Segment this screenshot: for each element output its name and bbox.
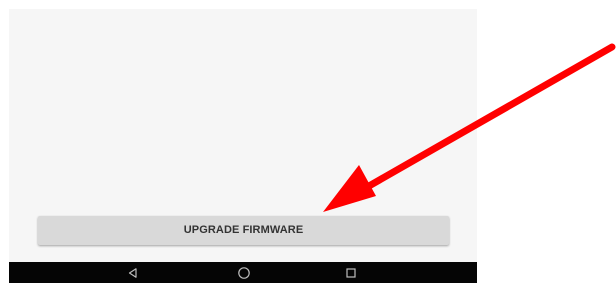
device-screen: UPGRADE FIRMWARE xyxy=(9,9,477,283)
recents-button[interactable] xyxy=(331,262,371,283)
back-button[interactable] xyxy=(113,262,153,283)
android-navigation-bar xyxy=(9,262,477,283)
recents-square-icon xyxy=(346,267,356,278)
home-button[interactable] xyxy=(224,262,264,283)
upgrade-firmware-button[interactable]: UPGRADE FIRMWARE xyxy=(38,216,449,245)
screenshot-page: UPGRADE FIRMWARE xyxy=(0,0,616,283)
home-circle-icon xyxy=(238,266,250,279)
back-triangle-icon xyxy=(128,267,137,278)
